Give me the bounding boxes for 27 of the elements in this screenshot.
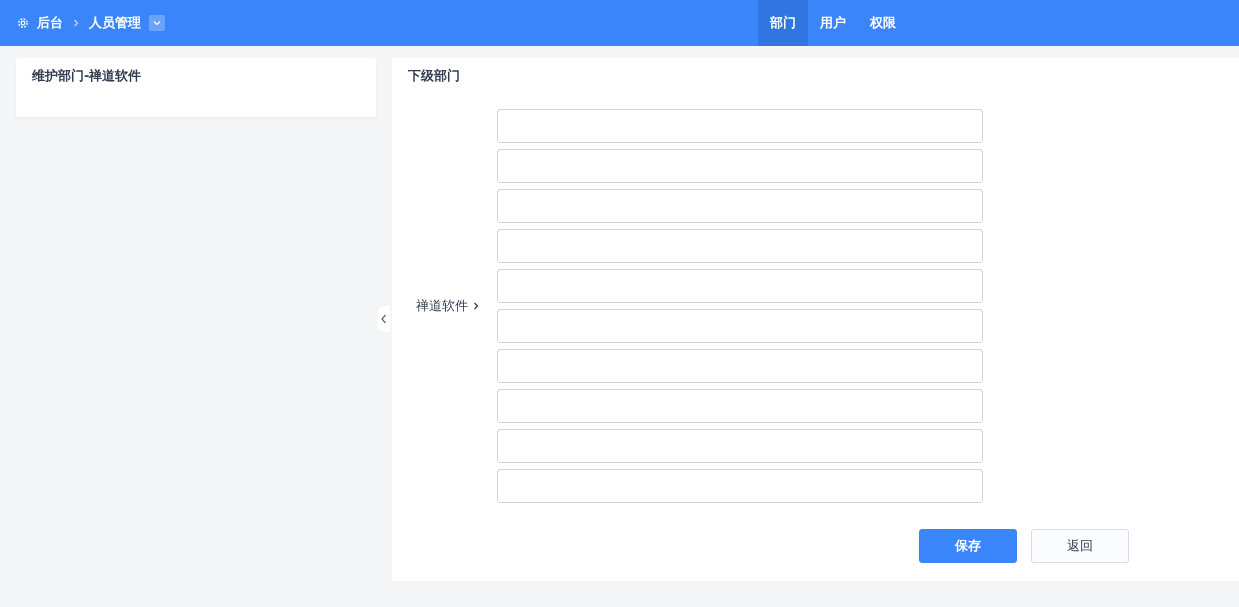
sidebar-title: 维护部门-禅道软件 — [32, 67, 143, 85]
dropdown-button[interactable] — [149, 15, 165, 31]
input-field[interactable] — [497, 349, 983, 383]
panel-title: 下级部门 — [408, 67, 461, 85]
parent-department: 禅道软件 — [416, 297, 468, 315]
back-button[interactable]: 返回 — [1031, 529, 1129, 563]
collapse-button[interactable] — [378, 306, 390, 332]
breadcrumb-link[interactable]: 人员管理 — [89, 14, 141, 32]
input-field[interactable] — [497, 189, 983, 223]
input-field[interactable] — [497, 469, 983, 503]
input-field[interactable] — [497, 149, 983, 183]
input-field[interactable] — [497, 429, 983, 463]
caret-icon — [152, 18, 162, 28]
input-field[interactable] — [497, 269, 983, 303]
nav-tab[interactable]: 权限 — [858, 0, 908, 46]
input-field[interactable] — [497, 389, 983, 423]
settings-icon[interactable] — [17, 17, 29, 29]
chevron-right-icon — [472, 301, 480, 311]
chevron-right-icon — [71, 18, 81, 28]
input-field[interactable] — [497, 309, 983, 343]
input-field[interactable] — [497, 229, 983, 263]
breadcrumb-link[interactable]: 后台 — [37, 14, 63, 32]
save-button[interactable]: 保存 — [919, 529, 1017, 563]
nav-tab[interactable]: 用户 — [808, 0, 858, 46]
nav-tab[interactable]: 部门 — [758, 0, 808, 46]
input-field[interactable] — [497, 109, 983, 143]
chevron-left-icon — [380, 313, 388, 325]
